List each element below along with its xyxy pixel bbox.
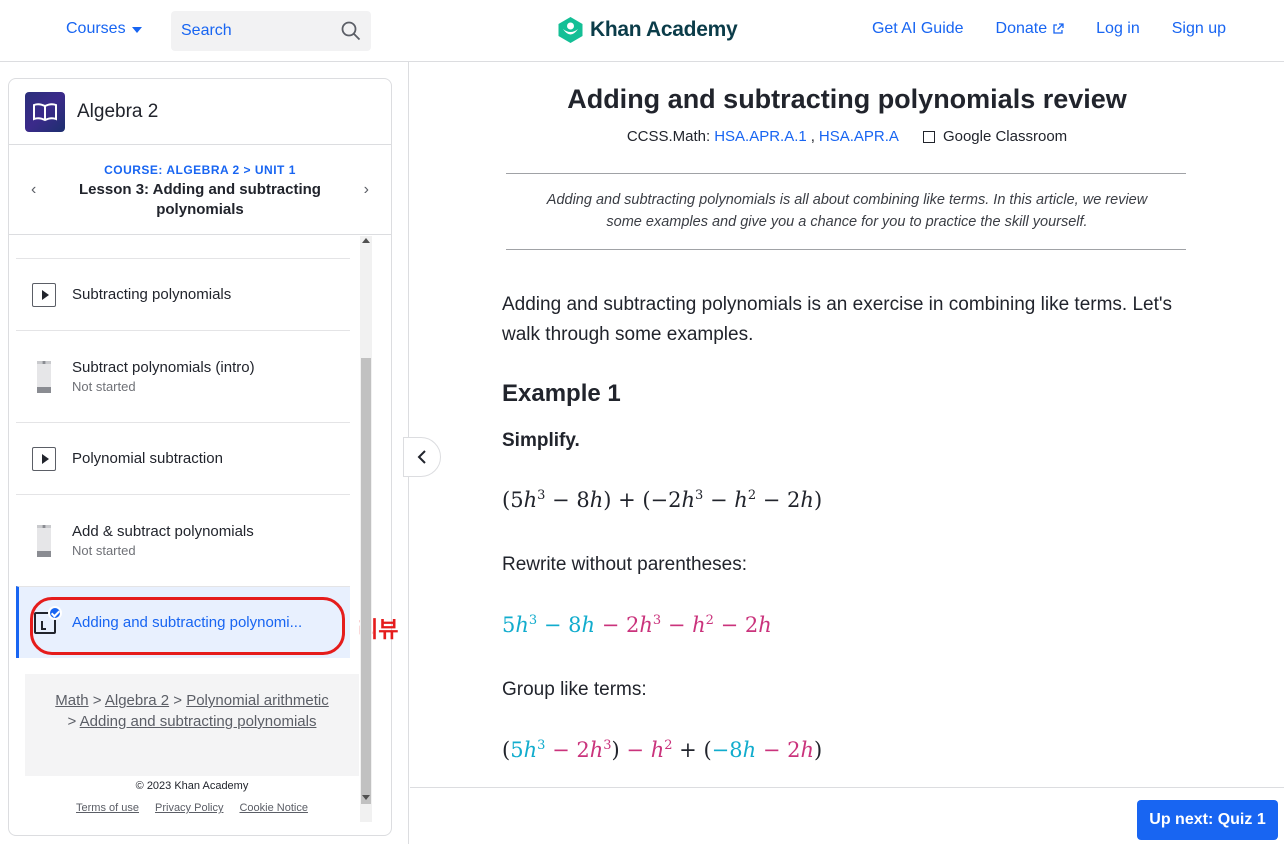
course-header[interactable]: Algebra 2	[9, 79, 391, 145]
item-title: Subtracting polynomials	[72, 286, 232, 303]
breadcrumb-polynomial-arithmetic[interactable]: Polynomial arithmetic	[186, 692, 329, 709]
google-classroom-label: Google Classroom	[942, 128, 1068, 145]
google-classroom-icon	[922, 130, 935, 143]
video-play-icon	[32, 446, 56, 471]
search-box[interactable]	[171, 11, 371, 51]
breadcrumb: Math > Algebra 2 > Polynomial arithmetic…	[25, 674, 359, 776]
article-content: Adding and subtracting polynomials revie…	[410, 62, 1284, 788]
khan-logo-icon	[558, 17, 583, 43]
math-expression-3: (5h3 − 2h3) − h2 + (−8h − 2h)	[502, 738, 823, 762]
breadcrumb-math[interactable]: Math	[55, 692, 88, 709]
divider-top	[506, 173, 1186, 174]
google-classroom-button[interactable]: Google Classroom	[922, 128, 1068, 145]
item-title: Polynomial subtraction	[72, 450, 223, 467]
example-heading: Example 1	[502, 380, 621, 407]
lesson-course-crumb[interactable]: COURSE: ALGEBRA 2 > UNIT 1	[9, 163, 391, 177]
article-standards: CCSS.Math: HSA.APR.A.1, HSA.APR.A Google…	[626, 128, 1068, 145]
scroll-down-arrow-icon[interactable]	[362, 795, 370, 800]
item-status: Not started	[72, 543, 136, 558]
video-play-icon	[32, 282, 56, 307]
search-icon[interactable]	[341, 21, 361, 46]
completed-check-icon	[48, 605, 62, 620]
bottom-bar: Up next: Quiz 1	[410, 787, 1284, 844]
math-expression-2: 5h3 − 8h − 2h3 − h2 − 2h	[502, 613, 772, 637]
list-item[interactable]: Add & subtract polynomials Not started	[16, 494, 350, 586]
header-links: Get AI Guide Donate Log in Sign up	[872, 20, 1226, 38]
book-icon	[25, 91, 65, 132]
logo-text: Khan Academy	[590, 18, 738, 41]
divider-bottom	[506, 249, 1186, 250]
exercise-skill-icon	[37, 524, 51, 557]
sidebar-scrollbar[interactable]	[360, 236, 372, 822]
exercise-skill-icon	[37, 360, 51, 393]
footer-links: Terms of use Privacy Policy Cookie Notic…	[25, 802, 359, 814]
standard-link-1[interactable]: HSA.APR.A.1	[714, 128, 807, 145]
copyright-text: © 2023 Khan Academy	[135, 780, 249, 792]
next-lesson-chevron-icon[interactable]: ›	[364, 181, 369, 199]
math-expression-1: (5h3 − 8h) + (−2h3 − h2 − 2h)	[502, 488, 823, 512]
standards-prefix: CCSS.Math:	[626, 128, 711, 145]
scrollbar-thumb[interactable]	[361, 358, 371, 804]
khan-academy-logo[interactable]: Khan Academy	[557, 16, 738, 44]
donate-link[interactable]: Donate	[996, 20, 1065, 38]
lesson-title: Lesson 3: Adding and subtracting polynom…	[79, 181, 321, 218]
simplify-label: Simplify.	[502, 430, 580, 451]
courses-label: Courses	[66, 20, 126, 37]
list-item[interactable]: Subtracting polynomials	[16, 258, 350, 330]
top-nav-bar: Courses Khan Academy Get AI Guide Donate…	[0, 0, 1284, 62]
list-item[interactable]: Polynomial subtraction	[16, 422, 350, 494]
chevron-down-icon	[131, 27, 142, 33]
article-icon	[34, 605, 62, 634]
up-next-quiz-button[interactable]: Up next: Quiz 1	[1137, 800, 1278, 840]
breadcrumb-adding-subtracting[interactable]: Adding and subtracting polynomials	[80, 713, 317, 730]
sidebar-footer: © 2023 Khan Academy Terms of use Privacy…	[25, 780, 359, 814]
item-status: Not started	[72, 379, 136, 394]
standard-link-2[interactable]: HSA.APR.A	[819, 128, 899, 145]
terms-of-use-link[interactable]: Terms of use	[76, 802, 139, 814]
privacy-policy-link[interactable]: Privacy Policy	[155, 802, 223, 814]
get-ai-guide-link[interactable]: Get AI Guide	[872, 20, 964, 38]
article-title: Adding and subtracting polynomials revie…	[567, 84, 1127, 114]
donate-label: Donate	[995, 20, 1048, 37]
item-title: Subtract polynomials (intro)	[72, 359, 255, 376]
lesson-item-list: Subtracting polynomials Subtract polynom…	[16, 258, 350, 658]
search-input[interactable]	[181, 22, 331, 40]
external-link-icon	[1053, 23, 1064, 34]
breadcrumb-algebra-2[interactable]: Algebra 2	[105, 692, 169, 709]
list-item[interactable]: Subtract polynomials (intro) Not started	[16, 330, 350, 422]
article-body-paragraph: Adding and subtracting polynomials is an…	[502, 294, 1173, 345]
item-title: Adding and subtracting polynomi...	[72, 614, 303, 631]
course-title: Algebra 2	[77, 100, 159, 122]
list-item-active[interactable]: Adding and subtracting polynomi...	[16, 586, 350, 658]
lesson-navigation: ‹ COURSE: ALGEBRA 2 > UNIT 1 Lesson 3: A…	[9, 145, 391, 235]
article-intro: Adding and subtracting polynomials is al…	[546, 192, 1148, 230]
scroll-up-arrow-icon[interactable]	[362, 238, 370, 243]
group-label: Group like terms:	[502, 679, 647, 700]
cookie-notice-link[interactable]: Cookie Notice	[239, 802, 307, 814]
courses-menu-button[interactable]: Courses	[66, 20, 142, 38]
rewrite-label: Rewrite without parentheses:	[502, 554, 748, 575]
previous-lesson-chevron-icon[interactable]: ‹	[31, 181, 36, 199]
sign-up-link[interactable]: Sign up	[1172, 20, 1226, 38]
item-title: Add & subtract polynomials	[72, 523, 254, 540]
log-in-link[interactable]: Log in	[1096, 20, 1140, 38]
